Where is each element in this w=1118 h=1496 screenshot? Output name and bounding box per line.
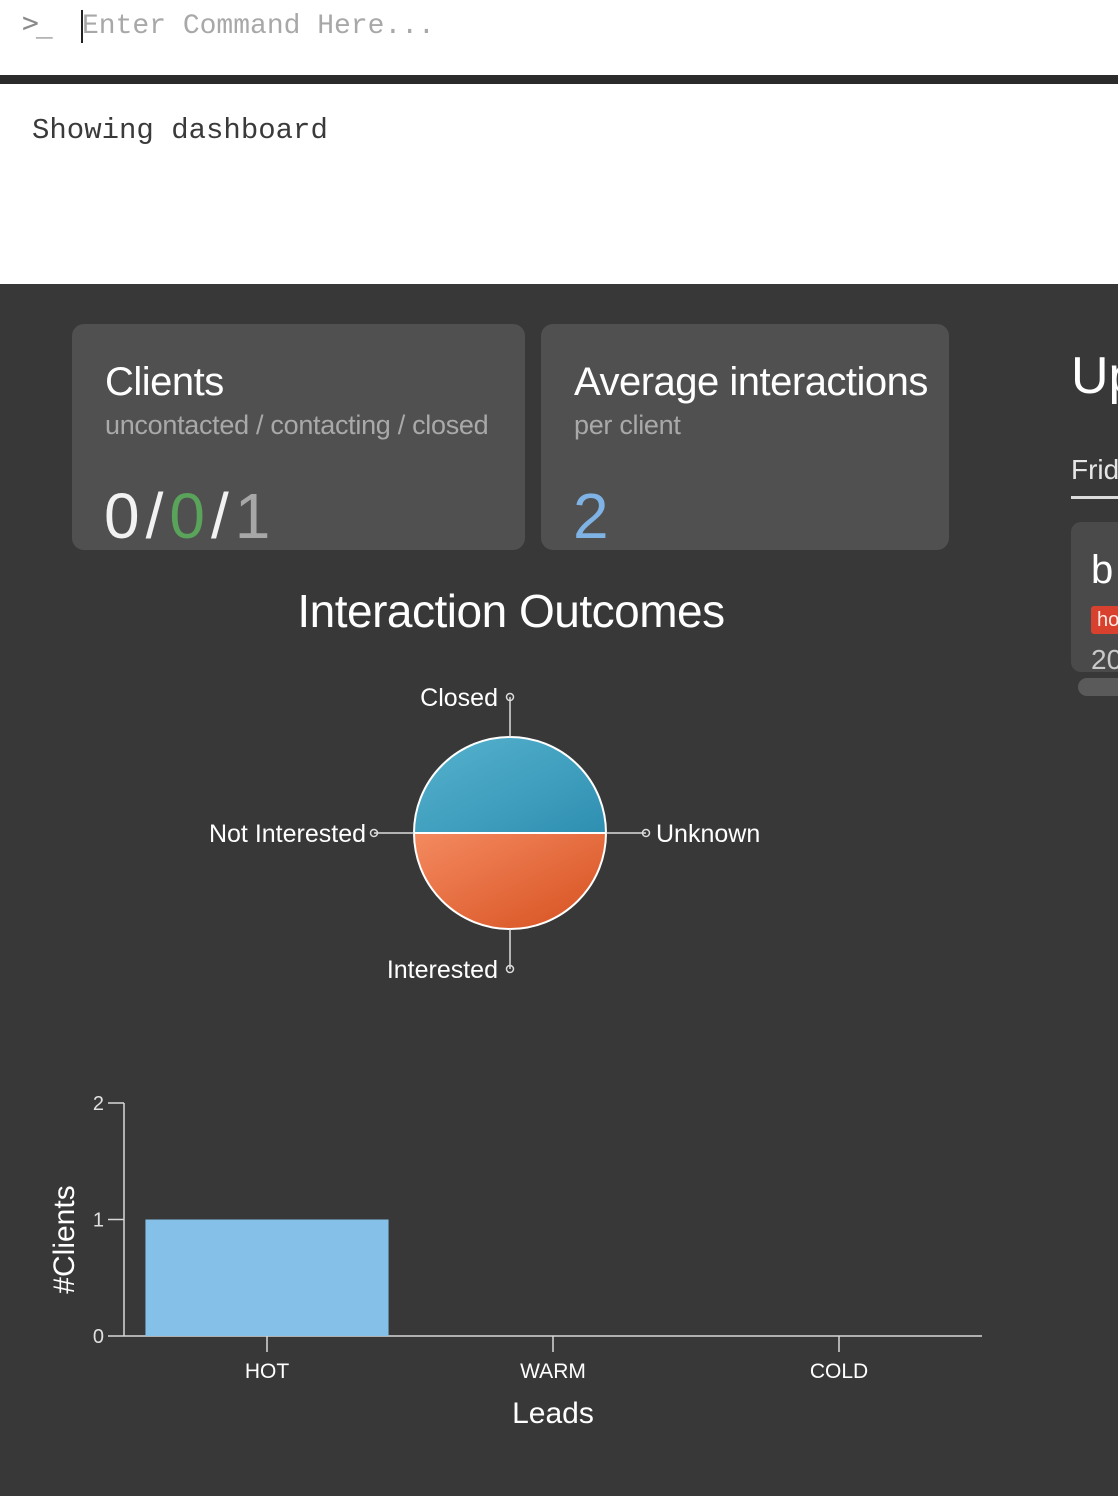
command-bar: >_ — [0, 0, 1118, 75]
dashboard-panel: Clients uncontacted / contacting / close… — [0, 284, 1118, 1496]
command-divider — [0, 75, 1118, 84]
x-tick-label-hot: HOT — [245, 1360, 290, 1383]
average-card-subtitle: per client — [574, 410, 681, 440]
clients-card-values: 0/0/1 — [104, 484, 270, 548]
pie-slice-closed — [412, 736, 608, 834]
closed-count: 1 — [234, 480, 271, 552]
upcoming-day-underline — [1071, 496, 1118, 499]
pie-label-closed: Closed — [420, 684, 498, 712]
average-card-title: Average interactions — [574, 360, 928, 404]
uncontacted-count: 0 — [104, 480, 140, 552]
x-axis-title: Leads — [512, 1397, 594, 1430]
clients-card-title: Clients — [105, 360, 224, 404]
pie-label-interested: Interested — [387, 956, 498, 984]
y-tick-label: 1 — [93, 1210, 104, 1232]
clients-card-subtitle: uncontacted / contacting / closed — [105, 410, 489, 440]
pie-label-unknown: Unknown — [656, 820, 760, 848]
x-tick-label-warm: WARM — [520, 1360, 586, 1383]
pie-slice-interested — [412, 832, 608, 930]
upcoming-title: Up — [1071, 347, 1118, 405]
interaction-outcomes-pie-chart: Closed Interested Not Interested Unknown — [209, 684, 760, 984]
command-input[interactable] — [82, 4, 1082, 48]
contacting-count: 0 — [169, 480, 205, 552]
leads-bar-chart: 0 1 2 HOT WARM COLD Leads #Clients — [48, 1093, 982, 1430]
upcoming-client-card[interactable]: b ho 20 — [1071, 522, 1118, 672]
x-tick-label-cold: COLD — [810, 1360, 868, 1383]
bar-hot — [145, 1219, 389, 1336]
upcoming-day-tab[interactable]: Frid — [1071, 454, 1118, 486]
value-separator: / — [210, 480, 229, 552]
clients-card: Clients uncontacted / contacting / close… — [72, 324, 525, 550]
result-text: Showing dashboard — [32, 114, 328, 147]
y-tick-label: 2 — [93, 1093, 104, 1115]
upcoming-scrollbar[interactable] — [1078, 678, 1118, 696]
pie-chart-title: Interaction Outcomes — [297, 585, 725, 637]
average-interactions-card: Average interactions per client 2 — [541, 324, 949, 550]
result-display[interactable]: Showing dashboard — [0, 84, 1118, 284]
y-tick-label: 0 — [93, 1326, 104, 1348]
upcoming-client-date: 20 — [1091, 644, 1118, 672]
lead-tag: ho — [1091, 606, 1118, 634]
value-separator: / — [145, 480, 164, 552]
average-interactions-value: 2 — [573, 480, 609, 552]
terminal-prompt-icon: >_ — [22, 6, 53, 39]
pie-label-not-interested: Not Interested — [209, 820, 366, 848]
y-axis-title: #Clients — [48, 1185, 81, 1293]
upcoming-client-name: b — [1091, 548, 1114, 592]
